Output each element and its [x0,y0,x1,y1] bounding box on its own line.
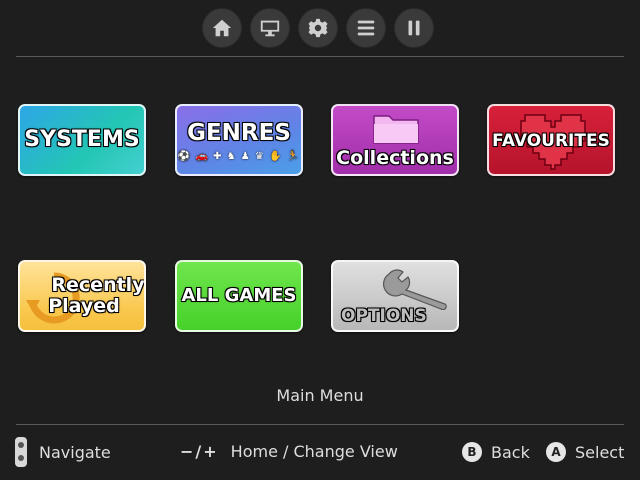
help-navigate-label: Navigate [39,442,111,462]
display-button[interactable] [250,8,290,48]
tile-genres[interactable]: GENRES ⚽ 🚗 ✚ ♞ ♟ ♛ ✋ 🏃 [175,104,303,176]
list-icon [357,20,375,36]
monitor-icon [260,20,280,37]
b-button-icon: B [462,442,482,462]
pause-icon [408,20,420,36]
tile-recently-played-text: Recently Played [48,274,145,316]
help-select: A Select [546,442,624,462]
tile-options-label: OPTIONS [341,306,427,326]
minus-plus-icon: −/+ [180,442,219,461]
footer-help-bar: Navigate −/+ Home / Change View B Back A… [0,425,640,480]
menu-title: Main Menu [276,386,364,405]
tile-systems-label: SYSTEMS [24,127,140,152]
tile-collections[interactable]: Collections [331,104,459,176]
joycon-icon [15,437,27,467]
genre-icons-row: ⚽ 🚗 ✚ ♞ ♟ ♛ ✋ 🏃 [177,151,301,162]
gear-icon [308,18,328,38]
folder-icon [373,115,419,144]
top-icon-row [202,8,434,48]
tile-systems[interactable]: SYSTEMS [18,104,146,176]
tile-recently-played[interactable]: Recently Played [18,260,146,332]
tile-genres-label: GENRES [187,120,291,146]
home-icon [212,19,232,37]
tile-all-games-label: ALL GAMES [181,285,297,306]
settings-button[interactable] [298,8,338,48]
pause-button[interactable] [394,8,434,48]
a-button-icon: A [546,442,566,462]
help-back: B Back [462,442,530,462]
tile-options[interactable]: OPTIONS [331,260,459,332]
help-select-label: Select [575,442,625,462]
home-button[interactable] [202,8,242,48]
wrench-icon [383,269,447,310]
help-navigate: Navigate [15,437,111,467]
help-home-change-view-label: Home / Change View [230,442,398,461]
help-home-change-view: −/+ Home / Change View [180,442,398,461]
top-divider [16,56,624,57]
tile-favourites[interactable]: FAVOURITES [487,104,615,176]
tile-collections-label: Collections [336,147,454,169]
tile-recently-label-line1: Recently [51,274,145,296]
tile-favourites-label: FAVOURITES [492,131,610,151]
tile-recently-label-line2: Played [48,295,120,317]
top-toolbar [0,0,640,57]
tile-all-games[interactable]: ALL GAMES [175,260,303,332]
help-back-label: Back [491,442,530,462]
menu-button[interactable] [346,8,386,48]
